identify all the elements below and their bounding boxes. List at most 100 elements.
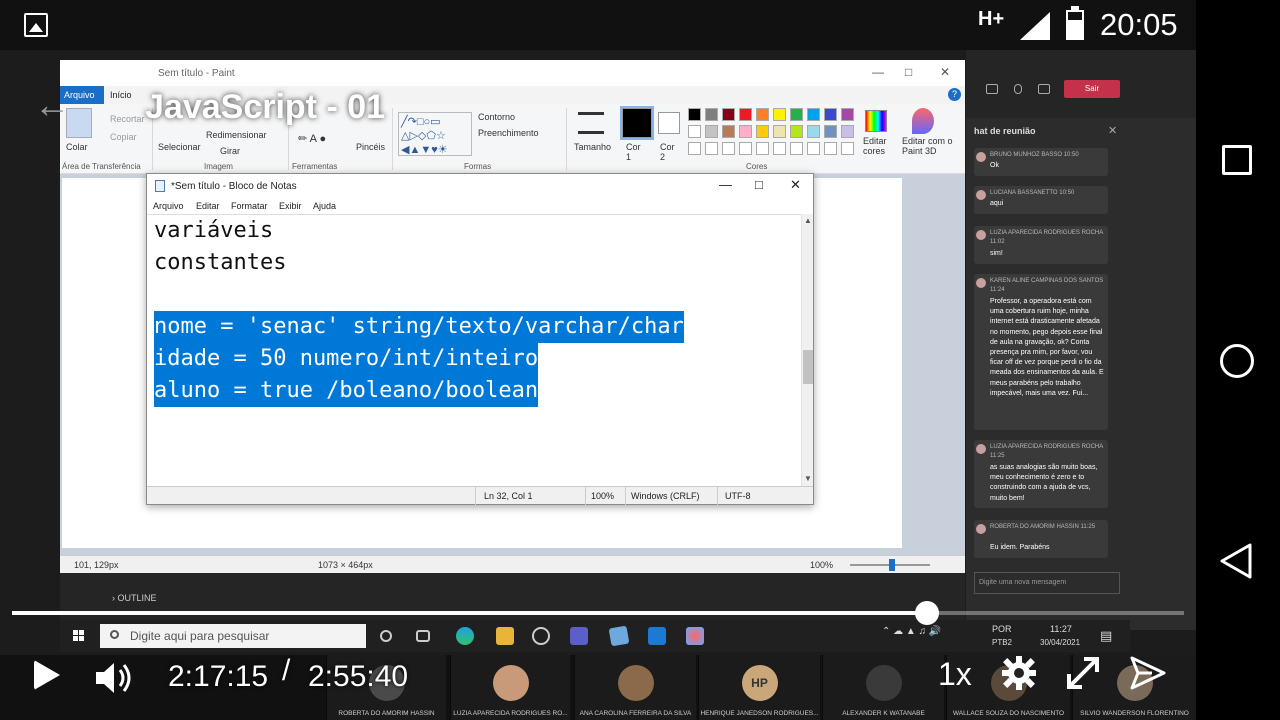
menu-formatar[interactable]: Formatar bbox=[231, 201, 268, 211]
taskbar-search[interactable]: Digite aqui para pesquisar bbox=[100, 624, 366, 648]
maximize-icon[interactable]: □ bbox=[755, 177, 763, 192]
keyboard-layout[interactable]: PTB2 bbox=[992, 638, 1012, 647]
close-icon[interactable]: ✕ bbox=[790, 177, 801, 193]
tools-icons[interactable]: ✏ A ● bbox=[298, 132, 326, 145]
color1-swatch[interactable] bbox=[620, 106, 654, 140]
volume-icon[interactable] bbox=[94, 660, 134, 701]
notepad-scrollbar[interactable]: ▲ ▼ bbox=[801, 214, 813, 486]
palette-swatch[interactable] bbox=[807, 108, 820, 121]
paint-taskbar-icon[interactable] bbox=[686, 627, 704, 645]
paint3d-button[interactable]: Editar com o Paint 3D bbox=[902, 136, 962, 156]
size-icon[interactable] bbox=[578, 112, 604, 134]
palette-swatch[interactable] bbox=[739, 108, 752, 121]
palette-swatch[interactable] bbox=[790, 108, 803, 121]
playback-speed[interactable]: 1x bbox=[938, 656, 972, 693]
back-button[interactable] bbox=[1218, 542, 1254, 585]
outline-label[interactable]: › OUTLINE bbox=[112, 593, 157, 603]
palette-swatch-empty[interactable] bbox=[688, 142, 701, 155]
edit-colors-button[interactable]: Editar cores bbox=[863, 136, 893, 156]
rotate-button[interactable]: Girar bbox=[220, 146, 240, 156]
paint3d-icon[interactable] bbox=[912, 108, 934, 134]
palette-swatch-empty[interactable] bbox=[739, 142, 752, 155]
recents-button[interactable] bbox=[1222, 145, 1252, 175]
scrollbar-thumb[interactable] bbox=[803, 350, 813, 384]
copy-button[interactable]: Copiar bbox=[110, 132, 137, 142]
scroll-down-icon[interactable]: ▼ bbox=[804, 474, 812, 483]
camera-icon[interactable] bbox=[986, 84, 998, 94]
windows-start-icon[interactable] bbox=[73, 630, 85, 642]
zoom-slider-thumb[interactable] bbox=[889, 559, 895, 571]
cut-button[interactable]: Recortar bbox=[110, 114, 145, 124]
minimize-icon[interactable]: — bbox=[872, 65, 884, 79]
vscode-icon[interactable] bbox=[648, 627, 666, 645]
resize-button[interactable]: Redimensionar bbox=[206, 130, 267, 140]
palette-swatch-empty[interactable] bbox=[722, 142, 735, 155]
notepad-taskbar-icon[interactable] bbox=[608, 625, 630, 647]
notepad-text-area[interactable]: variáveis constantes nome = 'senac' stri… bbox=[147, 214, 801, 486]
paste-button[interactable]: Colar bbox=[66, 142, 88, 152]
palette-swatch[interactable] bbox=[756, 125, 769, 138]
keyboard-lang[interactable]: POR bbox=[992, 624, 1012, 634]
palette-swatch[interactable] bbox=[688, 125, 701, 138]
fill-button[interactable]: Preenchimento bbox=[478, 128, 539, 138]
palette-swatch-empty[interactable] bbox=[807, 142, 820, 155]
palette-swatch[interactable] bbox=[773, 125, 786, 138]
mic-icon[interactable] bbox=[1014, 84, 1022, 94]
edit-colors-icon[interactable] bbox=[865, 110, 887, 132]
palette-swatch[interactable] bbox=[739, 125, 752, 138]
task-view-icon[interactable] bbox=[416, 630, 430, 642]
edge-icon[interactable] bbox=[456, 627, 474, 645]
palette-swatch-empty[interactable] bbox=[773, 142, 786, 155]
chat-message-input[interactable]: Digite uma nova mensagem bbox=[974, 572, 1120, 594]
file-explorer-icon[interactable] bbox=[496, 627, 514, 645]
brushes-button[interactable]: Pincéis bbox=[356, 142, 385, 152]
palette-swatch[interactable] bbox=[756, 108, 769, 121]
maximize-icon[interactable]: □ bbox=[905, 65, 912, 79]
tray-icons[interactable]: ⌃ ☁ ▲ ♫ 🔊 bbox=[882, 626, 941, 637]
size-button[interactable]: Tamanho bbox=[574, 142, 611, 152]
back-arrow-icon[interactable]: ← bbox=[34, 84, 70, 126]
video-frame[interactable]: ← JavaScript - 01 Sem título - Paint — □… bbox=[0, 50, 1196, 720]
palette-swatch[interactable] bbox=[790, 125, 803, 138]
notifications-icon[interactable]: ▤ bbox=[1100, 628, 1112, 644]
close-icon[interactable]: ✕ bbox=[1108, 124, 1117, 137]
menu-ajuda[interactable]: Ajuda bbox=[313, 201, 336, 211]
fullscreen-icon[interactable] bbox=[1064, 654, 1102, 697]
palette-swatch-empty[interactable] bbox=[790, 142, 803, 155]
dell-icon[interactable] bbox=[532, 627, 550, 645]
home-button[interactable] bbox=[1220, 344, 1254, 378]
palette-swatch[interactable] bbox=[841, 125, 854, 138]
shapes-gallery[interactable]: ╱↷□○▭ △▷◇⬠☆ ◀▲▼♥☀ bbox=[398, 112, 472, 156]
palette-swatch[interactable] bbox=[688, 108, 701, 121]
palette-swatch[interactable] bbox=[722, 125, 735, 138]
color2-swatch[interactable] bbox=[658, 112, 680, 134]
palette-swatch[interactable] bbox=[773, 108, 786, 121]
menu-editar[interactable]: Editar bbox=[196, 201, 220, 211]
outline-button[interactable]: Contorno bbox=[478, 112, 515, 122]
taskbar-date[interactable]: 30/04/2021 bbox=[1040, 638, 1080, 647]
scroll-up-icon[interactable]: ▲ bbox=[804, 216, 812, 225]
help-icon[interactable]: ? bbox=[948, 88, 961, 101]
palette-swatch-empty[interactable] bbox=[824, 142, 837, 155]
close-icon[interactable]: ✕ bbox=[940, 65, 950, 79]
menu-arquivo[interactable]: Arquivo bbox=[153, 201, 184, 211]
play-icon[interactable] bbox=[34, 660, 60, 690]
leave-meeting-button[interactable]: Sair bbox=[1064, 80, 1120, 98]
minimize-icon[interactable]: — bbox=[719, 177, 732, 192]
select-button[interactable]: Selecionar bbox=[158, 142, 201, 152]
palette-swatch-empty[interactable] bbox=[756, 142, 769, 155]
palette-swatch[interactable] bbox=[824, 125, 837, 138]
share-icon[interactable] bbox=[1128, 654, 1168, 697]
gear-icon[interactable] bbox=[1000, 654, 1038, 697]
palette-swatch[interactable] bbox=[841, 108, 854, 121]
palette-swatch[interactable] bbox=[705, 125, 718, 138]
palette-swatch[interactable] bbox=[807, 125, 820, 138]
menu-exibir[interactable]: Exibir bbox=[279, 201, 302, 211]
cortana-icon[interactable] bbox=[380, 630, 392, 642]
palette-swatch[interactable] bbox=[705, 108, 718, 121]
share-screen-icon[interactable] bbox=[1038, 84, 1050, 94]
palette-swatch[interactable] bbox=[722, 108, 735, 121]
taskbar-time[interactable]: 11:27 bbox=[1050, 624, 1072, 634]
video-progress-bar[interactable] bbox=[12, 601, 1184, 625]
teams-icon[interactable] bbox=[570, 627, 588, 645]
